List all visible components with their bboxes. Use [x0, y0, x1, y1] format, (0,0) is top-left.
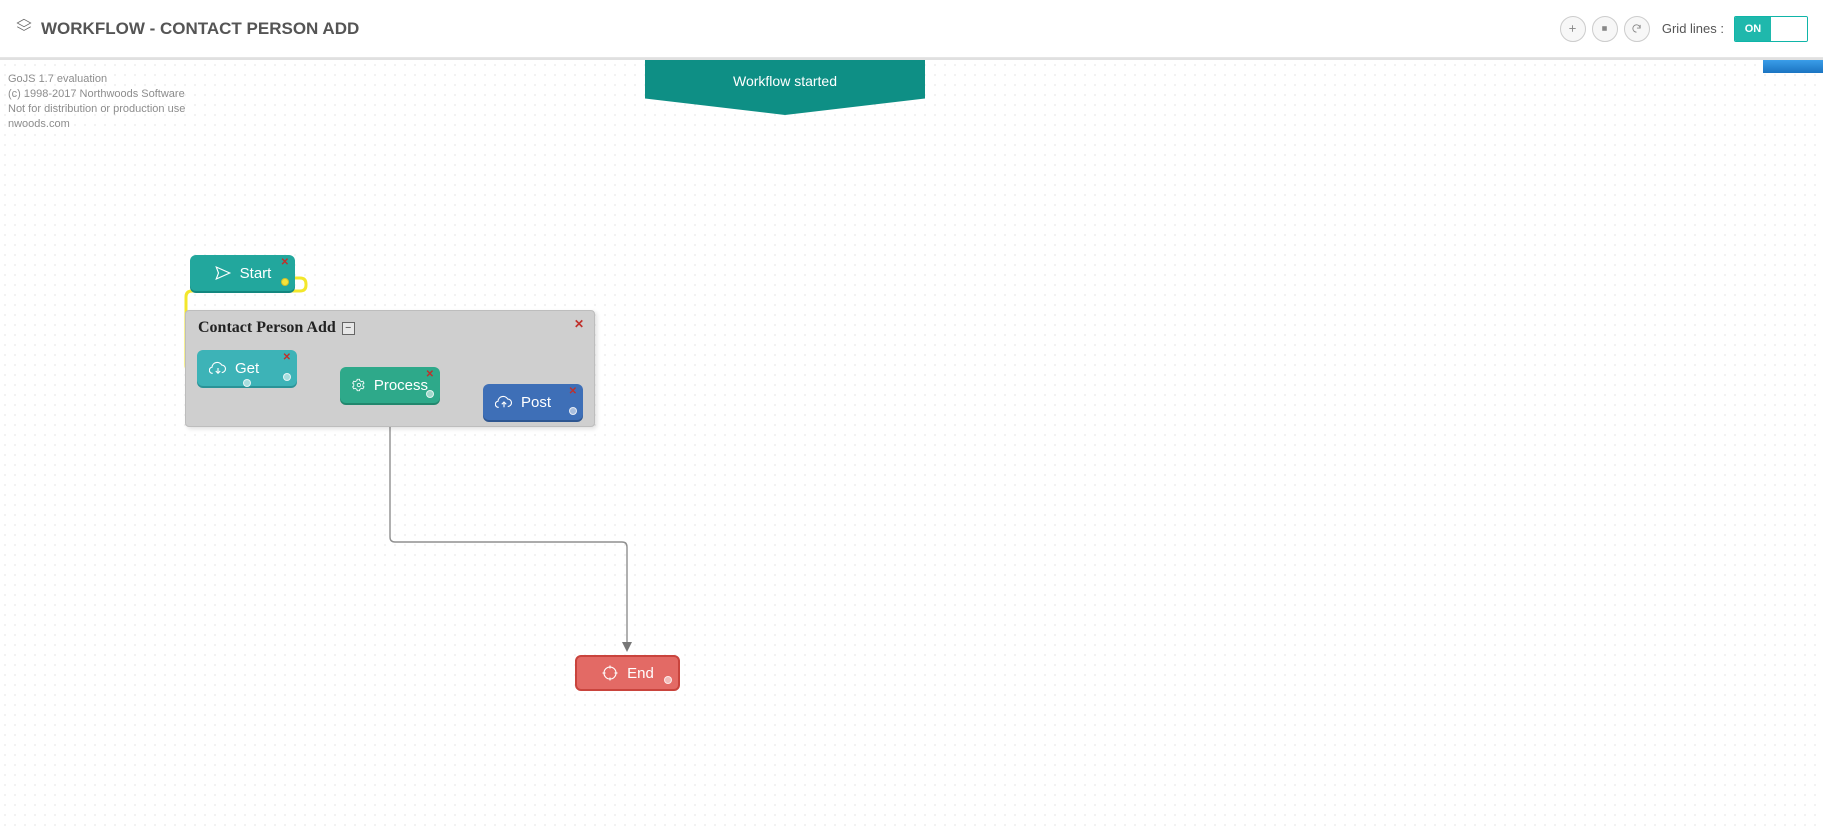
- diagram-canvas[interactable]: GoJS 1.7 evaluation (c) 1998-2017 Northw…: [0, 60, 1823, 833]
- app-header: WORKFLOW - CONTACT PERSON ADD Grid lines…: [0, 0, 1823, 58]
- node-post[interactable]: Post ✕: [483, 384, 583, 420]
- toggle-off-side: [1771, 17, 1807, 41]
- start-banner: Workflow started: [645, 60, 925, 115]
- add-button[interactable]: [1560, 16, 1586, 42]
- group-title: Contact Person Add: [198, 319, 336, 337]
- grid-lines-label: Grid lines :: [1662, 21, 1724, 36]
- watermark: GoJS 1.7 evaluation (c) 1998-2017 Northw…: [8, 72, 185, 131]
- send-icon: [214, 264, 232, 282]
- arrow-icon: [622, 642, 632, 652]
- cloud-download-icon: [209, 359, 227, 377]
- close-icon[interactable]: ✕: [281, 258, 289, 268]
- node-get[interactable]: Get ✕: [197, 350, 297, 386]
- watermark-line: GoJS 1.7 evaluation: [8, 72, 185, 87]
- close-icon[interactable]: ✕: [574, 317, 584, 331]
- connectors: [0, 60, 1823, 833]
- node-end-label: End: [627, 665, 654, 682]
- close-icon[interactable]: ✕: [569, 387, 577, 397]
- node-process-label: Process: [374, 377, 428, 394]
- node-end[interactable]: End: [575, 655, 680, 691]
- gear-icon: [352, 376, 366, 394]
- node-process[interactable]: Process ✕: [340, 367, 440, 403]
- port-out[interactable]: [426, 390, 434, 398]
- close-icon[interactable]: ✕: [283, 353, 291, 363]
- link-group-to-end: [390, 427, 627, 650]
- target-icon: [601, 664, 619, 682]
- cloud-upload-icon: [495, 393, 513, 411]
- stop-button[interactable]: [1592, 16, 1618, 42]
- refresh-button[interactable]: [1624, 16, 1650, 42]
- watermark-line: (c) 1998-2017 Northwoods Software: [8, 87, 185, 102]
- header-controls: Grid lines : ON: [1560, 16, 1808, 42]
- node-start[interactable]: Start ✕: [190, 255, 295, 291]
- panel-corner: [1763, 60, 1823, 73]
- port-in[interactable]: [243, 379, 251, 387]
- port-out[interactable]: [281, 278, 289, 286]
- watermark-line: nwoods.com: [8, 117, 185, 132]
- page-title-text: WORKFLOW - CONTACT PERSON ADD: [41, 19, 359, 39]
- node-get-label: Get: [235, 360, 259, 377]
- start-banner-label: Workflow started: [733, 73, 837, 89]
- layers-icon: [15, 17, 33, 40]
- group-header: Contact Person Add −: [186, 311, 594, 341]
- node-post-label: Post: [521, 394, 551, 411]
- canvas-container: GoJS 1.7 evaluation (c) 1998-2017 Northw…: [0, 58, 1823, 833]
- port-out[interactable]: [283, 373, 291, 381]
- node-start-label: Start: [240, 265, 272, 282]
- collapse-icon[interactable]: −: [342, 322, 355, 335]
- port-in[interactable]: [664, 676, 672, 684]
- page-title: WORKFLOW - CONTACT PERSON ADD: [15, 17, 359, 40]
- toggle-on-label: ON: [1735, 17, 1771, 41]
- port-out[interactable]: [569, 407, 577, 415]
- grid-lines-toggle[interactable]: ON: [1734, 16, 1808, 42]
- watermark-line: Not for distribution or production use: [8, 102, 185, 117]
- close-icon[interactable]: ✕: [426, 370, 434, 380]
